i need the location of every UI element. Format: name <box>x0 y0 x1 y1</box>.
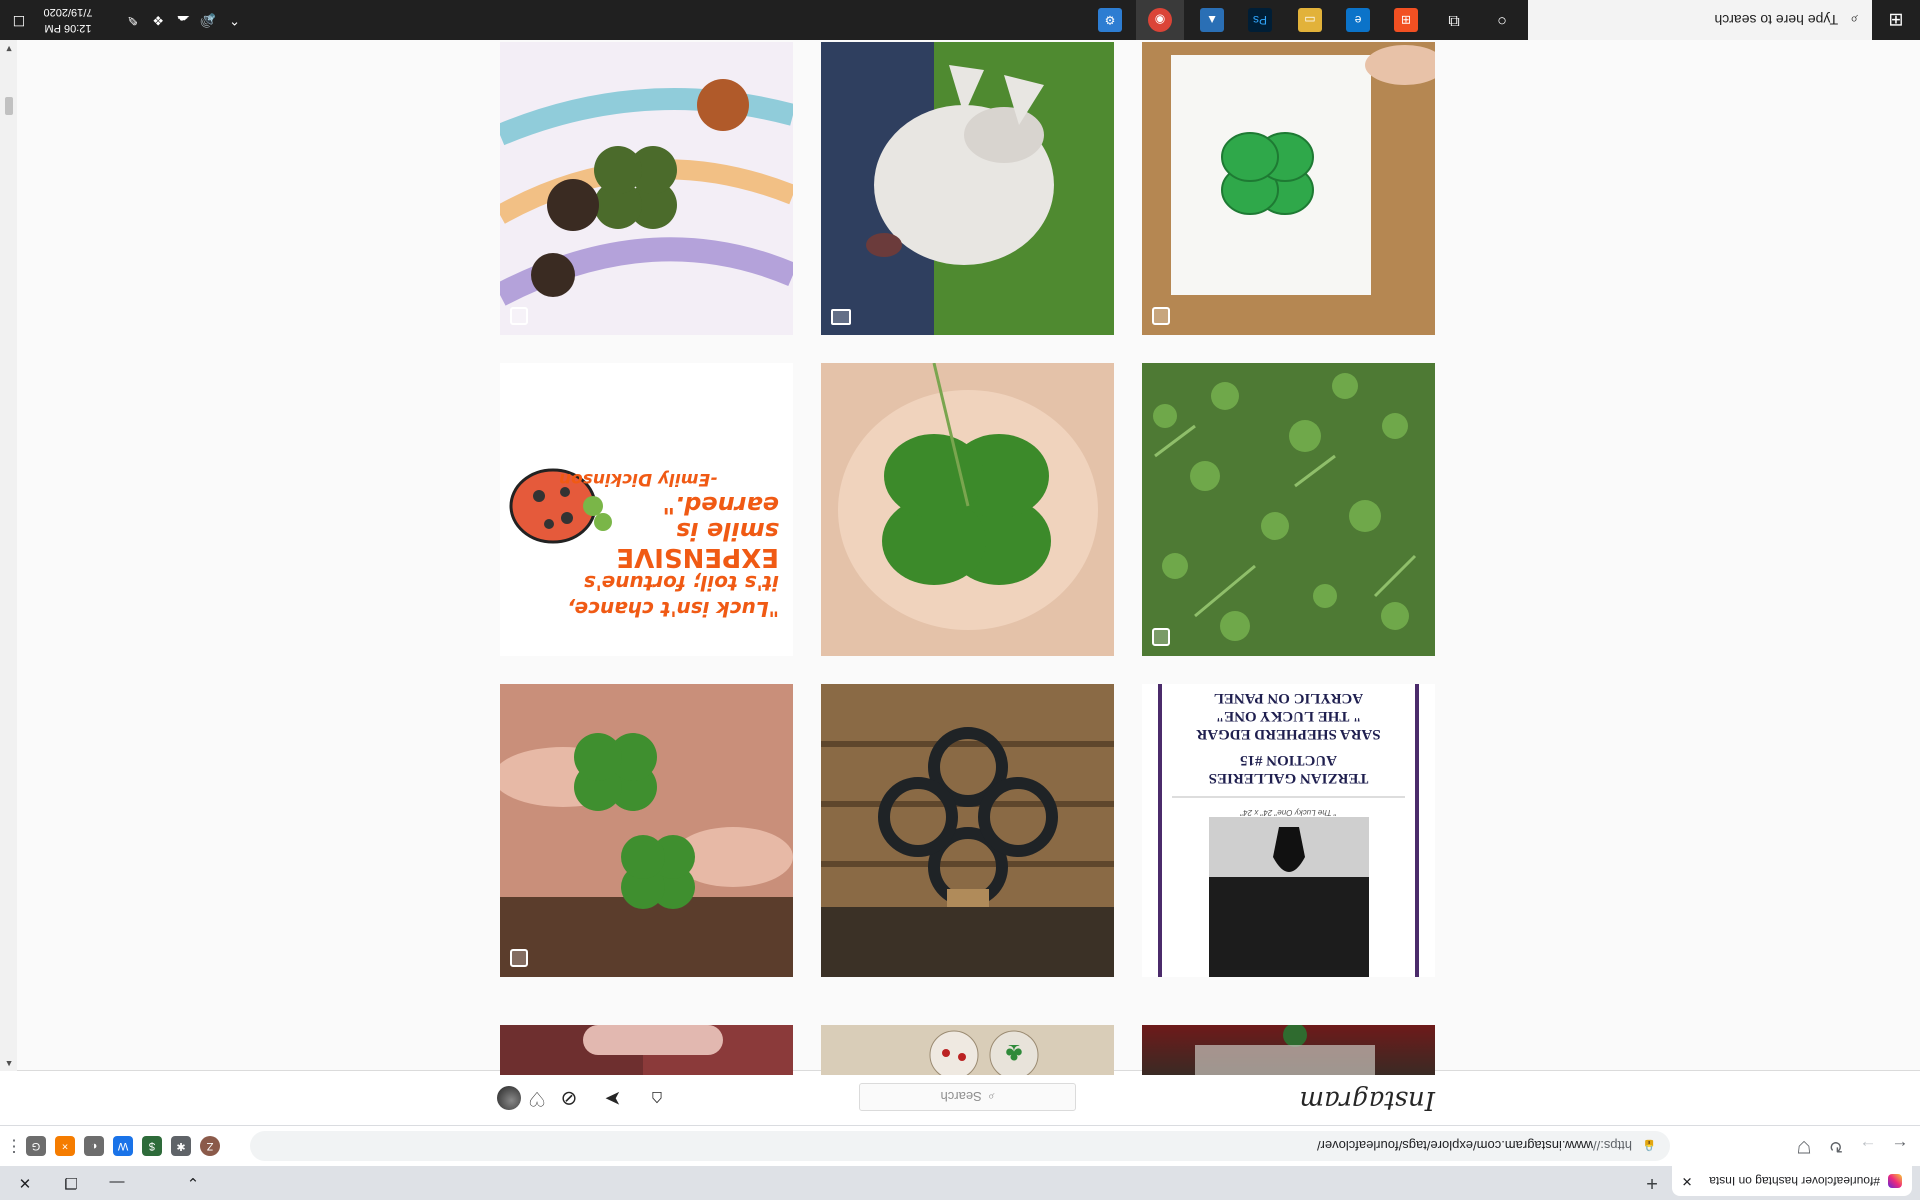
multiple-photos-icon <box>510 949 528 967</box>
control-panel-icon[interactable]: ⚙ <box>1098 8 1122 32</box>
clover-on-hand-image <box>821 363 1114 656</box>
scrollbar-thumb[interactable] <box>5 97 13 115</box>
auction-flyer-text: TERZIAN GALLERIES AUCTION #15 SARA SHEPH… <box>1196 690 1381 786</box>
clover-buttons-image: ♣ <box>929 1030 1039 1075</box>
husky-dog-image <box>821 42 1114 335</box>
post-clover-patch[interactable] <box>1142 363 1435 656</box>
pen-icon[interactable]: ✎ <box>127 12 138 28</box>
post-luck-quote-text[interactable]: "Luck isn't chance, it's toil; fortune's… <box>500 363 793 656</box>
page-scrollbar[interactable]: ▲ ▼ <box>0 40 17 1071</box>
onedrive-cloud-icon[interactable]: ☁ <box>177 12 190 28</box>
horseshoe-clover-image <box>821 684 1114 977</box>
photos-app-icon[interactable]: ▲ <box>1200 8 1224 32</box>
post-clover-drawing[interactable] <box>1142 42 1435 335</box>
post-partial-3[interactable] <box>1142 1025 1435 1075</box>
windows-start-icon[interactable]: ⊞ <box>1872 0 1920 40</box>
post-auction-flyer[interactable]: " The Lucky One" 24" x 24" TERZIAN GALLE… <box>1142 684 1435 977</box>
edge-browser-icon[interactable]: e <box>1346 8 1370 32</box>
task-view-icon[interactable]: ⧉ <box>1442 8 1466 32</box>
video-camera-icon <box>831 309 851 325</box>
post-painting-clovers[interactable] <box>500 42 793 335</box>
photoshop-icon[interactable]: Ps <box>1248 8 1272 32</box>
partial-photo-image <box>1195 1025 1375 1075</box>
taskbar-search-box[interactable]: ⌕ Type here to search <box>1528 0 1872 40</box>
chrome-browser-icon[interactable]: ◉ <box>1148 8 1172 32</box>
svg-text:♣: ♣ <box>1005 1039 1022 1069</box>
watercolor-clovers-image <box>500 42 793 335</box>
tray-overflow-chevron-icon[interactable]: ⌃ <box>229 12 240 28</box>
clovers-in-fingers-image <box>500 684 793 977</box>
search-icon: ⌕ <box>1850 12 1858 29</box>
post-partial-2[interactable]: ♣ <box>821 1025 1114 1075</box>
windows-taskbar: ⊞ ⌕ Type here to search ○ ⧉ ⊞ e ▭ Ps ▲ ◉… <box>0 0 1920 40</box>
multiple-photos-icon <box>510 307 528 325</box>
post-clovers-in-fingers[interactable] <box>500 684 793 977</box>
hashtag-photo-grid: ♣ " The Lucky One" 24" x 24" TERZIAN GAL… <box>0 0 1920 1200</box>
file-explorer-icon[interactable]: ▭ <box>1298 8 1322 32</box>
dropbox-icon[interactable]: ❖ <box>152 12 164 28</box>
clover-drawing-image <box>1142 42 1435 335</box>
taskbar-clock[interactable]: 12:06 PM 7/19/2020 <box>28 4 108 36</box>
scroll-up-arrow-icon[interactable]: ▲ <box>3 1057 15 1069</box>
post-clover-on-hand[interactable] <box>821 363 1114 656</box>
cortana-icon[interactable]: ○ <box>1490 8 1514 32</box>
volume-icon[interactable]: 🔊 <box>200 12 216 28</box>
scroll-down-arrow-icon[interactable]: ▼ <box>3 42 15 54</box>
multiple-photos-icon <box>1152 307 1170 325</box>
post-husky-dog[interactable] <box>821 42 1114 335</box>
post-partial-1[interactable] <box>500 1025 793 1075</box>
partial-photo-image <box>500 1025 723 1075</box>
post-horseshoe-clover[interactable] <box>821 684 1114 977</box>
action-center-icon[interactable]: ☐ <box>10 12 28 29</box>
screen-root: #fourleafclover hashtag on Insta ✕ + ⌄ —… <box>0 0 1920 1200</box>
microsoft-store-icon[interactable]: ⊞ <box>1394 8 1418 32</box>
clover-patch-image <box>1142 363 1435 656</box>
multiple-photos-icon <box>1152 628 1170 646</box>
luck-quote-text: "Luck isn't chance, it's toil; fortune's… <box>559 469 779 621</box>
